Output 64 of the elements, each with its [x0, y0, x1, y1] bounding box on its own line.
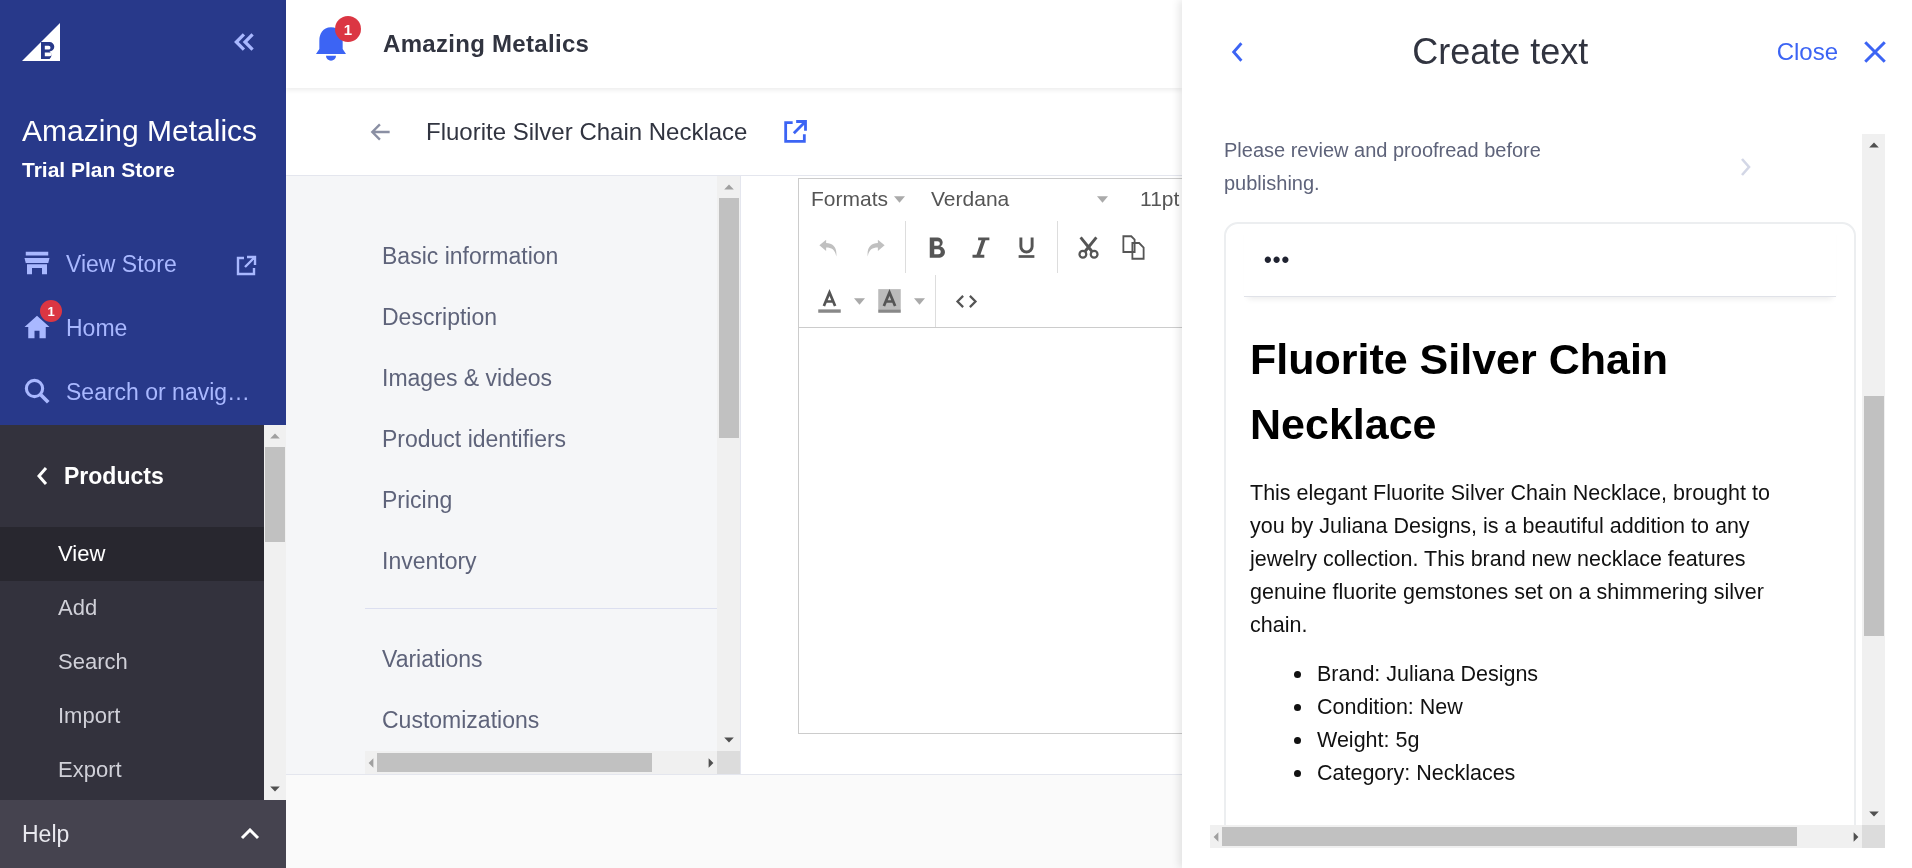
bullet-item: Brand: Juliana Designs: [1294, 658, 1830, 691]
help-label: Help: [22, 820, 70, 848]
sidebar-link[interactable]: 1 Home: [22, 290, 258, 342]
font-dropdown[interactable]: Verdana: [931, 187, 1091, 211]
nav-link[interactable]: Pricing: [365, 470, 717, 531]
close-icon[interactable]: [1862, 39, 1888, 65]
scroll-thumb[interactable]: [265, 447, 285, 542]
more-button[interactable]: •••: [1264, 247, 1291, 273]
logo-icon[interactable]: [22, 22, 60, 62]
sidebar-item[interactable]: Export: [0, 743, 264, 797]
scrollbar-corner: [1862, 825, 1885, 848]
sidebar-item[interactable]: Import: [0, 689, 264, 743]
scrollbar-corner: [717, 751, 740, 774]
notification-badge: 1: [40, 300, 62, 322]
search-link[interactable]: Search or navig…: [22, 354, 258, 406]
help-bar[interactable]: Help: [0, 800, 286, 868]
formats-dropdown[interactable]: Formats: [811, 187, 888, 211]
scroll-thumb[interactable]: [718, 198, 739, 438]
sidebar-item[interactable]: View: [0, 527, 264, 581]
nav-link[interactable]: Customizations: [365, 690, 717, 751]
external-link-icon[interactable]: [781, 117, 810, 146]
nav-link[interactable]: Basic information: [365, 226, 717, 287]
generated-paragraph: This elegant Fluorite Silver Chain Necklace, brought to you by Juliana Designs, is a beautiful addition to any jewelry collection. This brand new necklace features genuine fluorite gemstones set on a shimmering silver chain.: [1250, 480, 1771, 639]
scrollbar[interactable]: [1210, 825, 1862, 848]
back-chevron-icon[interactable]: [1230, 41, 1244, 63]
product-title: Fluorite Silver Chain Necklace: [426, 117, 748, 146]
scroll-thumb[interactable]: [377, 753, 652, 772]
nav-link[interactable]: Images & videos: [365, 348, 717, 409]
nav-link[interactable]: Description: [365, 287, 717, 348]
text-color-icon: [816, 287, 843, 315]
scroll-thumb[interactable]: [1863, 396, 1884, 636]
scrollbar[interactable]: [1862, 134, 1885, 825]
bullet-item: Category: Necklaces: [1294, 757, 1830, 790]
nav-link[interactable]: Inventory: [365, 531, 717, 592]
notice-text: Please review and proofread before publishing.: [1224, 138, 1542, 196]
scroll-thumb[interactable]: [1222, 827, 1797, 846]
section-title: Products: [64, 462, 164, 490]
scrollbar[interactable]: [365, 751, 717, 774]
bullet-item: Weight: 5g: [1294, 724, 1830, 757]
bullet-item: Condition: New: [1294, 691, 1830, 724]
panel-title: Create text: [1411, 31, 1590, 73]
scrollbar[interactable]: [264, 425, 286, 800]
nav-link[interactable]: Variations: [365, 629, 717, 690]
sidebar-item[interactable]: Search: [0, 635, 264, 689]
external-link-icon[interactable]: [234, 254, 258, 278]
font-size-dropdown[interactable]: 11pt: [1140, 187, 1180, 211]
generated-heading: Fluorite Silver Chain Necklace: [1250, 334, 1670, 450]
close-link[interactable]: Close: [1776, 38, 1838, 66]
highlight-icon: [876, 287, 903, 315]
caret-icon: [1097, 195, 1108, 203]
store-name: Amazing Metalics: [383, 30, 590, 58]
chevron-up-icon: [240, 828, 260, 840]
sidebar-item[interactable]: Add: [0, 581, 264, 635]
store-name: Amazing Metalics: [22, 114, 259, 148]
copy-icon: [1120, 233, 1147, 261]
scrollbar[interactable]: [717, 176, 740, 751]
nav-link[interactable]: Product identifiers: [365, 409, 717, 470]
search-icon: [22, 376, 52, 406]
sidebar-link[interactable]: View Store: [22, 226, 258, 278]
caret-icon: [894, 195, 905, 203]
notification-badge: 1: [335, 16, 361, 42]
back-link[interactable]: Products: [0, 425, 264, 527]
chevron-left-icon: [36, 466, 48, 486]
store-plan: Trial Plan Store: [22, 158, 176, 182]
